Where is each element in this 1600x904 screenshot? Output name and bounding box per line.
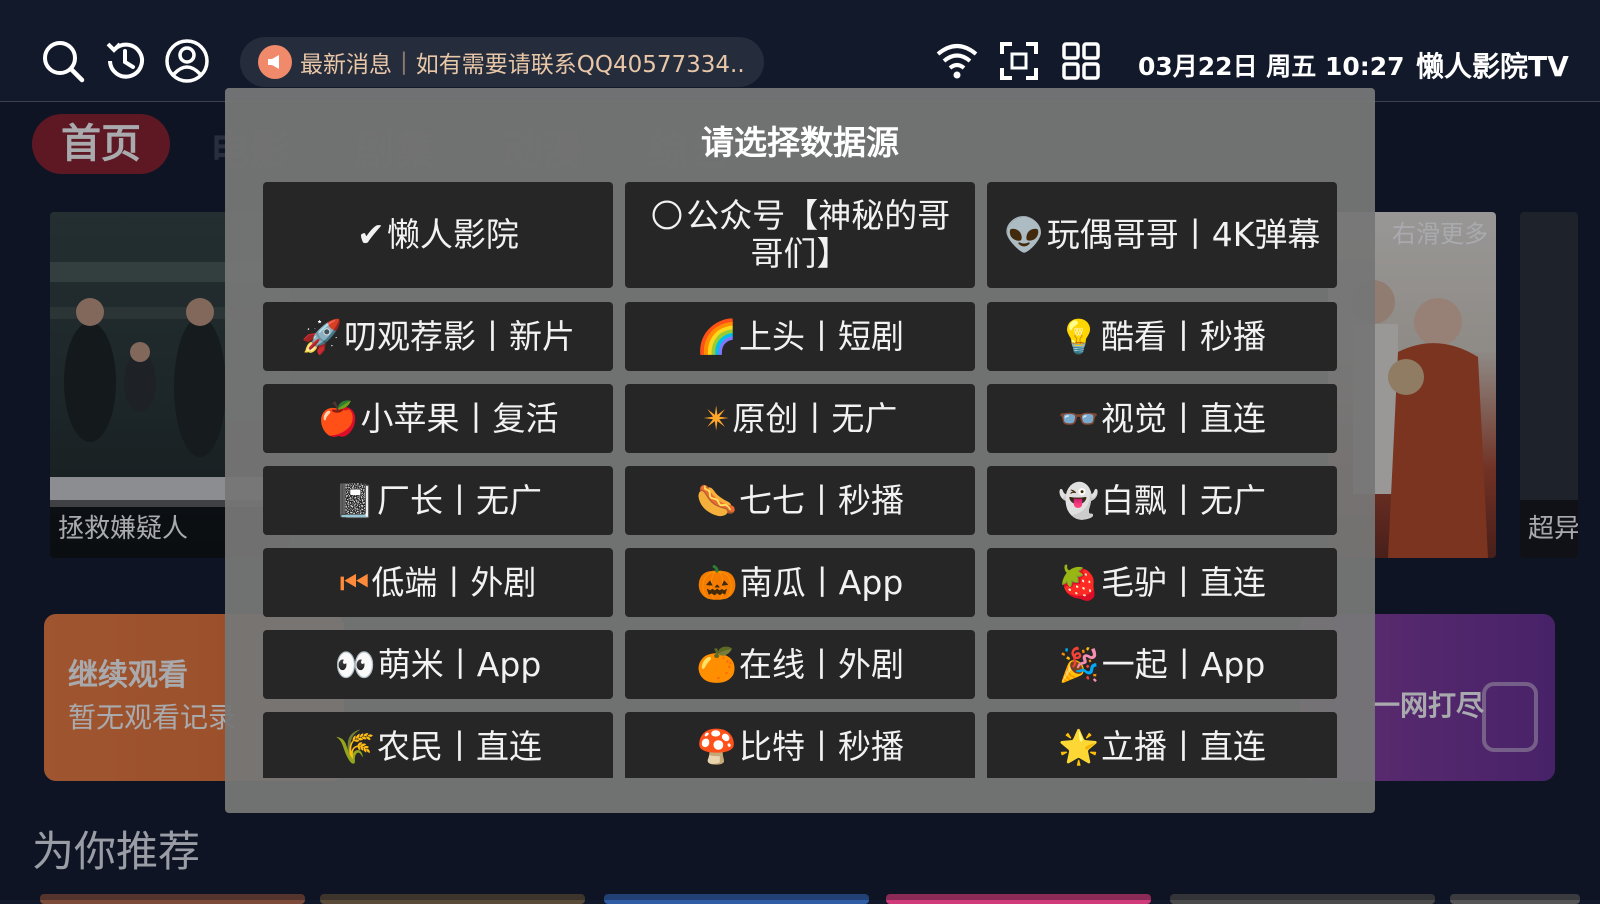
source-label: 七七丨秒播 [739, 480, 905, 520]
source-label: 懒人影院 [386, 215, 519, 254]
previous-track-icon: ⏮ [339, 562, 370, 602]
source-option[interactable]: ⏮ 低端丨外剧 [263, 548, 613, 617]
source-option[interactable]: 📓 厂长丨无广 [263, 466, 613, 535]
moon-icon: 🌕 [649, 196, 685, 235]
source-grid: ✔ 懒人影院 🌕公众号【神秘的哥哥们】 👽 玩偶哥哥丨4K弹幕 🚀 叨观荐影丨新片 🌈… [263, 182, 1337, 778]
ghost-icon: 👻 [1057, 480, 1100, 520]
source-option[interactable]: 🍊 在线丨外剧 [625, 630, 975, 699]
source-option[interactable]: 🌕公众号【神秘的哥哥们】 [625, 182, 975, 288]
orange-icon: 🍊 [695, 644, 738, 684]
star-burst-icon: ✴ [702, 398, 731, 438]
history-icon[interactable] [102, 38, 148, 84]
source-label: 白飘丨无广 [1101, 480, 1267, 520]
datetime: 03月22日 周五 10:27 [1138, 52, 1405, 81]
source-option[interactable]: 🌭 七七丨秒播 [625, 466, 975, 535]
source-label: 视觉丨直连 [1101, 398, 1267, 438]
source-option[interactable]: 💡 酷看丨秒播 [987, 302, 1337, 371]
lightbulb-icon: 💡 [1057, 316, 1100, 356]
source-option[interactable]: 🎉 一起丨App [987, 630, 1337, 699]
party-popper-icon: 🎉 [1058, 644, 1100, 684]
source-label: 毛驴丨直连 [1101, 562, 1267, 602]
mushroom-icon: 🍄 [695, 726, 738, 766]
news-ticker[interactable]: 最新消息 | 如有需要请联系QQ40577334.. [240, 37, 764, 87]
source-option[interactable]: 🍎 小苹果丨复活 [263, 384, 613, 453]
source-option[interactable]: 👀 萌米丨App [263, 630, 613, 699]
source-option[interactable]: 🌟 立播丨直连 [987, 712, 1337, 778]
notebook-icon: 📓 [333, 480, 376, 520]
user-icon[interactable] [164, 38, 210, 84]
source-label: 酷看丨秒播 [1101, 316, 1267, 356]
source-label: 低端丨外剧 [371, 562, 537, 602]
eyes-icon: 👀 [334, 644, 376, 684]
source-option[interactable]: 🍄 比特丨秒播 [625, 712, 975, 778]
source-option[interactable]: 👓 视觉丨直连 [987, 384, 1337, 453]
source-option[interactable]: 🚀 叨观荐影丨新片 [263, 302, 613, 371]
source-label: 上头丨短剧 [739, 316, 905, 356]
hotdog-icon: 🌭 [695, 480, 738, 520]
search-icon[interactable] [40, 38, 86, 84]
source-label: 一起丨App [1101, 644, 1266, 684]
source-option[interactable]: 👽 玩偶哥哥丨4K弹幕 [987, 182, 1337, 288]
star-icon: 🌟 [1057, 726, 1100, 766]
source-option[interactable]: 🌾 农民丨直连 [263, 712, 613, 778]
pumpkin-icon: 🎃 [696, 562, 738, 602]
source-option[interactable]: 👻 白飘丨无广 [987, 466, 1337, 535]
source-label: 公众号【神秘的哥哥们】 [686, 196, 951, 273]
strawberry-icon: 🍓 [1057, 562, 1100, 602]
source-label: 比特丨秒播 [739, 726, 905, 766]
source-option[interactable]: 🍓 毛驴丨直连 [987, 548, 1337, 617]
rocket-icon: 🚀 [300, 316, 343, 356]
announcement-icon [258, 45, 292, 79]
source-option[interactable]: 🌈 上头丨短剧 [625, 302, 975, 371]
source-label: 立播丨直连 [1101, 726, 1267, 766]
top-bar: 最新消息 | 如有需要请联系QQ40577334.. 03月22日 周五 10:… [0, 0, 1600, 102]
scan-icon[interactable] [996, 38, 1042, 84]
source-label: 小苹果丨复活 [360, 398, 559, 438]
news-label: 最新消息 [300, 52, 392, 78]
source-option[interactable]: 🎃 南瓜丨App [625, 548, 975, 617]
source-label: 萌米丨App [377, 644, 542, 684]
source-label: 农民丨直连 [377, 726, 543, 766]
glasses-icon: 👓 [1057, 398, 1100, 438]
alien-icon: 👽 [1003, 215, 1045, 254]
apps-grid-icon[interactable] [1058, 38, 1104, 84]
apple-icon: 🍎 [317, 398, 359, 438]
checkmark-icon: ✔ [357, 215, 385, 254]
rainbow-icon: 🌈 [695, 316, 738, 356]
news-divider: | [400, 49, 408, 75]
news-message: 如有需要请联系QQ40577334.. [415, 52, 745, 78]
app-name: 懒人影院TV [1416, 50, 1569, 83]
source-label: 原创丨无广 [732, 398, 898, 438]
wifi-icon [934, 38, 980, 84]
source-label: 在线丨外剧 [739, 644, 905, 684]
wheat-icon: 🌾 [333, 726, 376, 766]
source-label: 厂长丨无广 [377, 480, 543, 520]
source-label: 叨观荐影丨新片 [344, 316, 576, 356]
source-label: 南瓜丨App [739, 562, 904, 602]
data-source-dialog: 请选择数据源 ✔ 懒人影院 🌕公众号【神秘的哥哥们】 👽 玩偶哥哥丨4K弹幕 🚀 叨观… [225, 88, 1375, 813]
source-option[interactable]: ✔ 懒人影院 [263, 182, 613, 288]
source-label: 玩偶哥哥丨4K弹幕 [1046, 215, 1321, 254]
source-option[interactable]: ✴ 原创丨无广 [625, 384, 975, 453]
dialog-title: 请选择数据源 [701, 123, 899, 162]
